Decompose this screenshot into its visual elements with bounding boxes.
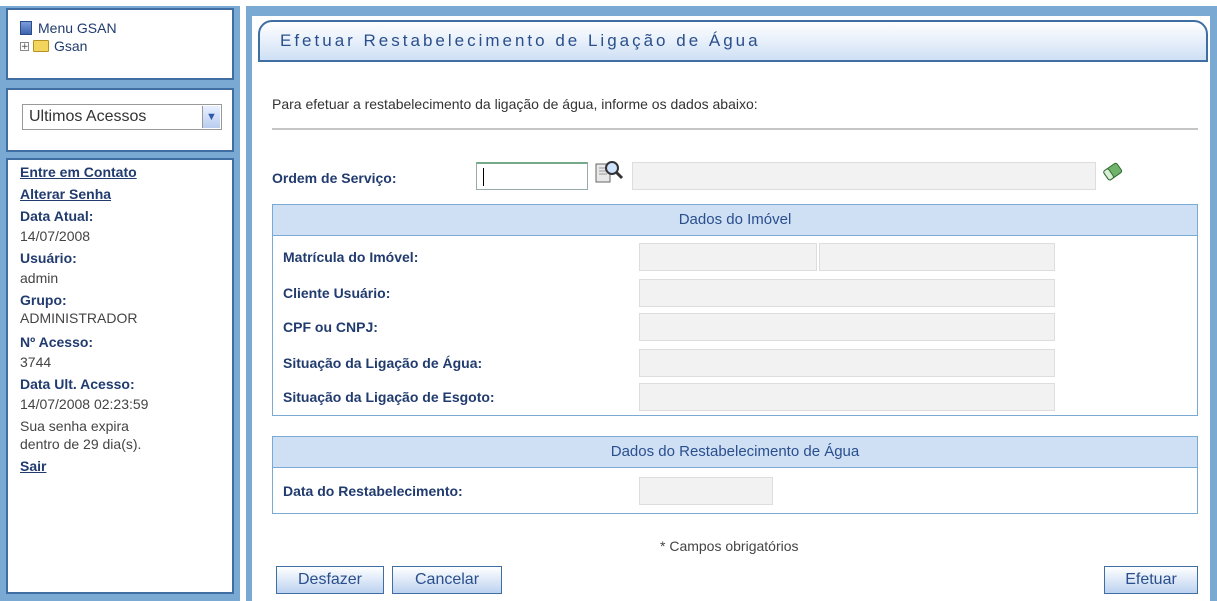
- service-order-label: Ordem de Serviço:: [272, 170, 397, 186]
- recent-access-value: Ultimos Acessos: [29, 108, 147, 125]
- restoration-data-section: Dados do Restabelecimento de Água Data d…: [272, 436, 1198, 514]
- current-date-value: 14/07/2008: [20, 228, 91, 244]
- tree-gsan-item[interactable]: + Gsan: [20, 38, 87, 54]
- service-order-input[interactable]: [476, 162, 588, 190]
- group-label: Grupo:: [20, 292, 67, 308]
- instructions-text: Para efetuar a restabelecimento da ligaç…: [272, 96, 758, 112]
- cpf-cnpj-field: [639, 313, 1055, 341]
- page-title: Efetuar Restabelecimento de Ligação de Á…: [280, 31, 761, 50]
- registration-description-field: [819, 243, 1055, 271]
- sewer-status-label: Situação da Ligação de Esgoto:: [283, 389, 495, 405]
- service-order-description: [632, 162, 1096, 190]
- user-label: Usuário:: [20, 250, 77, 266]
- menu-gsan-item[interactable]: Menu GSAN: [20, 20, 117, 36]
- menu-icon: [20, 21, 32, 35]
- chevron-down-icon[interactable]: ▼: [202, 106, 220, 128]
- restoration-date-field: [639, 477, 773, 505]
- recent-access-select[interactable]: Ultimos Acessos ▼: [22, 104, 222, 130]
- undo-button[interactable]: Desfazer: [276, 566, 384, 594]
- search-icon[interactable]: [594, 158, 624, 188]
- contact-link[interactable]: Entre em Contato: [20, 164, 137, 180]
- sewer-status-field: [639, 383, 1055, 411]
- water-status-field: [639, 349, 1055, 377]
- password-expiry-line2: dentro de 29 dia(s).: [20, 436, 142, 452]
- logout-link[interactable]: Sair: [20, 458, 46, 474]
- text-cursor: [483, 168, 484, 186]
- user-info-box: Entre em Contato Alterar Senha Data Atua…: [6, 158, 234, 594]
- registration-field: [639, 243, 817, 271]
- group-value: ADMINISTRADOR: [20, 310, 138, 326]
- restoration-date-label: Data do Restabelecimento:: [283, 483, 463, 499]
- client-label: Cliente Usuário:: [283, 285, 391, 301]
- page-title-bar: Efetuar Restabelecimento de Ligação de Á…: [258, 20, 1208, 62]
- last-access-value: 14/07/2008 02:23:59: [20, 396, 149, 412]
- access-number-value: 3744: [20, 354, 52, 370]
- cpf-cnpj-label: CPF ou CNPJ:: [283, 319, 378, 335]
- registration-label: Matrícula do Imóvel:: [283, 249, 419, 265]
- submit-button[interactable]: Efetuar: [1104, 566, 1198, 594]
- menu-tree-box: Menu GSAN + Gsan: [6, 8, 234, 80]
- cancel-button[interactable]: Cancelar: [392, 566, 502, 594]
- eraser-icon[interactable]: [1100, 160, 1126, 184]
- tree-root-label: Gsan: [54, 38, 88, 54]
- current-date-label: Data Atual:: [20, 208, 94, 224]
- change-password-link[interactable]: Alterar Senha: [20, 186, 111, 202]
- divider: [272, 128, 1198, 130]
- menu-title: Menu GSAN: [38, 20, 117, 36]
- property-data-section: Dados do Imóvel Matrícula do Imóvel: Cli…: [272, 204, 1198, 416]
- property-data-header: Dados do Imóvel: [273, 205, 1197, 236]
- client-field: [639, 279, 1055, 307]
- folder-icon: [33, 40, 49, 52]
- password-expiry-line1: Sua senha expira: [20, 418, 129, 434]
- water-status-label: Situação da Ligação de Água:: [283, 355, 483, 371]
- access-number-label: Nº Acesso:: [20, 334, 94, 350]
- required-fields-note: * Campos obrigatórios: [660, 538, 799, 554]
- expand-icon[interactable]: +: [20, 41, 29, 51]
- user-value: admin: [20, 270, 59, 286]
- last-access-label: Data Ult. Acesso:: [20, 376, 135, 392]
- restoration-data-header: Dados do Restabelecimento de Água: [273, 437, 1197, 468]
